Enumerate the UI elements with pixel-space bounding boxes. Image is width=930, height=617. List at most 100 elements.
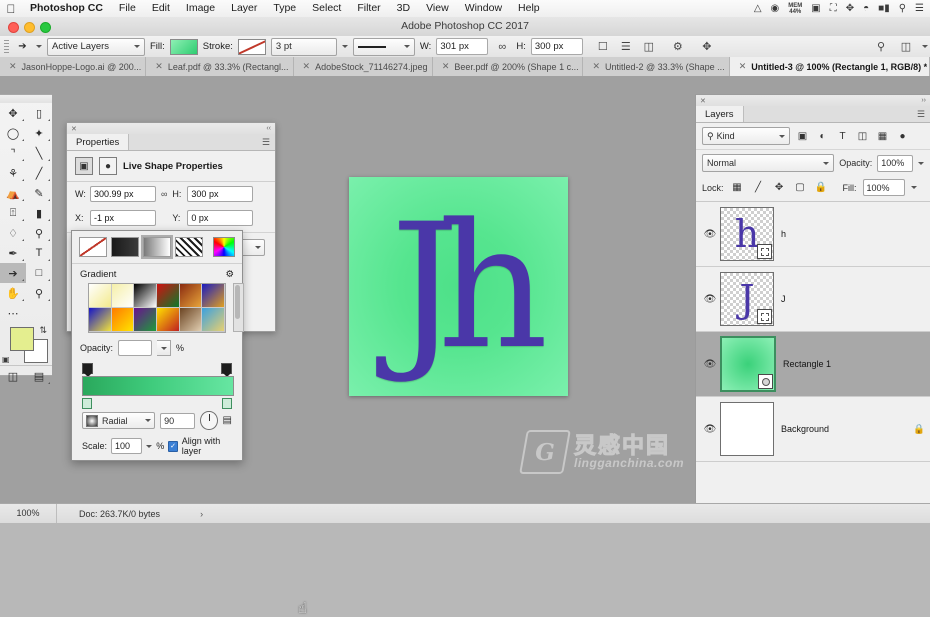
quick-selection-tool-icon[interactable]: ✦ — [26, 123, 52, 143]
dodge-tool-icon[interactable]: ⚲ — [26, 223, 52, 243]
gradient-presets-menu-icon[interactable]: ⚙ — [225, 269, 234, 280]
gradient-opacity-input[interactable] — [118, 340, 153, 356]
rectangular-marquee-tool-icon[interactable]: ▯ — [26, 103, 52, 123]
menu-filter[interactable]: Filter — [349, 0, 388, 17]
spotlight-search-icon[interactable]: ⚲ — [899, 3, 906, 14]
table-row[interactable]: 👁 h h — [696, 202, 930, 267]
artboard[interactable]: Jh — [349, 177, 568, 396]
gradient-preset-swatch[interactable] — [89, 284, 112, 308]
filter-smart-object-icon[interactable]: ▦ — [875, 129, 890, 144]
layer-opacity-input[interactable]: 100% — [877, 154, 913, 172]
stroke-swatch[interactable] — [237, 38, 266, 55]
foreground-color-well[interactable] — [10, 327, 34, 351]
layer-filter-kind-select[interactable]: ⚲ Kind — [702, 127, 790, 145]
filter-pixel-icon[interactable]: ▣ — [795, 129, 810, 144]
collapse-panel-icon[interactable]: ›› — [921, 97, 926, 104]
backup-icon[interactable]: ▣ — [811, 3, 820, 14]
memory-icon[interactable]: MEM 44% — [788, 3, 802, 15]
quick-mask-mode-icon[interactable]: ◫ — [0, 366, 26, 386]
swap-colors-icon[interactable]: ⇅ — [39, 325, 47, 336]
fill-type-pattern[interactable] — [175, 237, 203, 257]
layer-name[interactable]: Rectangle 1 — [776, 359, 908, 369]
gradient-opacity-stop-right[interactable] — [222, 398, 232, 409]
menu-3d[interactable]: 3D — [389, 0, 418, 17]
zoom-level[interactable]: 100% — [0, 504, 57, 523]
document-tab-1[interactable]: ✕ Leaf.pdf @ 33.3% (Rectangl... — [146, 57, 294, 76]
gradient-preview-bar[interactable] — [82, 376, 234, 396]
close-icon[interactable]: ✕ — [155, 61, 163, 72]
close-icon[interactable]: ✕ — [739, 61, 747, 72]
eraser-tool-icon[interactable]: ⍐ — [0, 203, 26, 223]
table-row[interactable]: 👁 Background 🔒 — [696, 397, 930, 462]
document-tab-5-active[interactable]: ✕ Untitled-3 @ 100% (Rectangle 1, RGB/8)… — [729, 57, 930, 76]
gradient-style-select[interactable]: Radial — [82, 412, 156, 429]
shape-width-input[interactable]: 300.99 px — [90, 186, 156, 202]
layer-visibility-icon[interactable]: 👁 — [700, 424, 720, 435]
document-tab-4[interactable]: ✕ Untitled-2 @ 33.3% (Shape ... — [583, 57, 730, 76]
layer-name[interactable]: h — [774, 229, 908, 239]
layer-thumbnail[interactable] — [720, 402, 774, 456]
menu-layer[interactable]: Layer — [223, 0, 265, 17]
hand-tool-icon[interactable]: ✋ — [0, 283, 26, 303]
tab-layers[interactable]: Layers — [696, 106, 744, 122]
shape-height-input[interactable]: 300 px — [187, 186, 254, 202]
gradient-preset-swatch[interactable] — [134, 308, 157, 332]
menu-type[interactable]: Type — [265, 0, 304, 17]
document-tab-3[interactable]: ✕ Beer.pdf @ 200% (Shape 1 c... — [432, 57, 584, 76]
menu-help[interactable]: Help — [510, 0, 548, 17]
dropbox-icon[interactable]: △ — [754, 3, 762, 14]
path-operations-icon[interactable]: ☐ — [594, 38, 612, 55]
gradient-preset-swatch[interactable] — [202, 308, 225, 332]
layer-thumbnail[interactable]: h — [720, 207, 774, 261]
layer-visibility-icon[interactable]: 👁 — [700, 294, 720, 305]
battery-icon[interactable]: ■▮ — [878, 3, 890, 14]
filter-toggle-icon[interactable]: ● — [895, 129, 910, 144]
gradient-preset-swatch[interactable] — [202, 284, 225, 308]
gradient-preset-swatch[interactable] — [89, 308, 112, 332]
gradient-preset-swatch[interactable] — [111, 284, 135, 308]
gradient-preset-swatch[interactable] — [179, 284, 203, 308]
notification-center-icon[interactable]: ☰ — [915, 3, 924, 14]
tools-panel-grip[interactable] — [0, 95, 52, 103]
layer-visibility-icon[interactable]: 👁 — [700, 359, 720, 370]
link-dimensions-icon[interactable]: ∞ — [493, 38, 511, 55]
extra-path-options-icon[interactable]: ⚙ — [669, 38, 687, 55]
default-colors-icon[interactable]: ▣ — [2, 355, 10, 364]
table-row[interactable]: 👁 Rectangle 1 — [696, 332, 930, 397]
height-input[interactable]: 300 px — [530, 38, 583, 55]
width-input[interactable]: 301 px — [436, 38, 489, 55]
fill-swatch[interactable] — [169, 38, 198, 55]
layer-thumbnail[interactable]: J — [720, 272, 774, 326]
gradient-preset-swatch[interactable] — [134, 284, 157, 308]
panel-menu-icon[interactable]: ☰ — [917, 106, 930, 122]
layer-name[interactable]: J — [774, 294, 908, 304]
lock-position-icon[interactable]: ✥ — [772, 180, 787, 195]
color-picker-icon[interactable] — [213, 237, 235, 257]
gradient-opacity-chevron-down-icon[interactable] — [157, 340, 172, 356]
close-icon[interactable]: ✕ — [592, 61, 600, 72]
airplay-icon[interactable]: ⛶ — [830, 3, 837, 14]
healing-brush-tool-icon[interactable]: ⚘ — [0, 163, 26, 183]
gradient-scale-input[interactable]: 100 — [111, 438, 143, 454]
layer-name[interactable]: Background — [774, 424, 908, 434]
screen-mode-icon[interactable]: ▤ — [26, 366, 52, 386]
gradient-preset-swatch[interactable] — [111, 308, 135, 332]
document-tab-0[interactable]: ✕ JasonHoppe-Logo.ai @ 200... — [0, 57, 147, 76]
stroke-style-select[interactable] — [352, 37, 415, 56]
edit-toolbar-icon[interactable]: ⋯ — [0, 303, 26, 323]
vector-mask-thumbnail[interactable] — [757, 244, 772, 259]
lock-image-pixels-icon[interactable]: ╱ — [751, 180, 766, 195]
layer-thumbnail[interactable] — [720, 336, 776, 392]
live-shape-icon[interactable]: ▣ — [75, 157, 93, 175]
panel-menu-icon[interactable]: ☰ — [262, 134, 275, 150]
transform-controls-icon[interactable]: ✥ — [698, 38, 716, 55]
align-with-layer-checkbox[interactable]: ✓ — [168, 440, 178, 452]
vector-mask-thumbnail[interactable] — [758, 374, 773, 389]
fill-type-solid-color[interactable] — [111, 237, 139, 257]
menu-window[interactable]: Window — [457, 0, 510, 17]
workspace-switcher-icon[interactable]: ◫ — [897, 38, 915, 55]
history-brush-tool-icon[interactable]: ✎ — [26, 183, 52, 203]
wifi-icon[interactable]: ◓ — [863, 3, 869, 14]
scale-chevron-down-icon[interactable] — [146, 444, 153, 448]
stroke-weight-input[interactable]: 3 pt — [270, 37, 337, 56]
